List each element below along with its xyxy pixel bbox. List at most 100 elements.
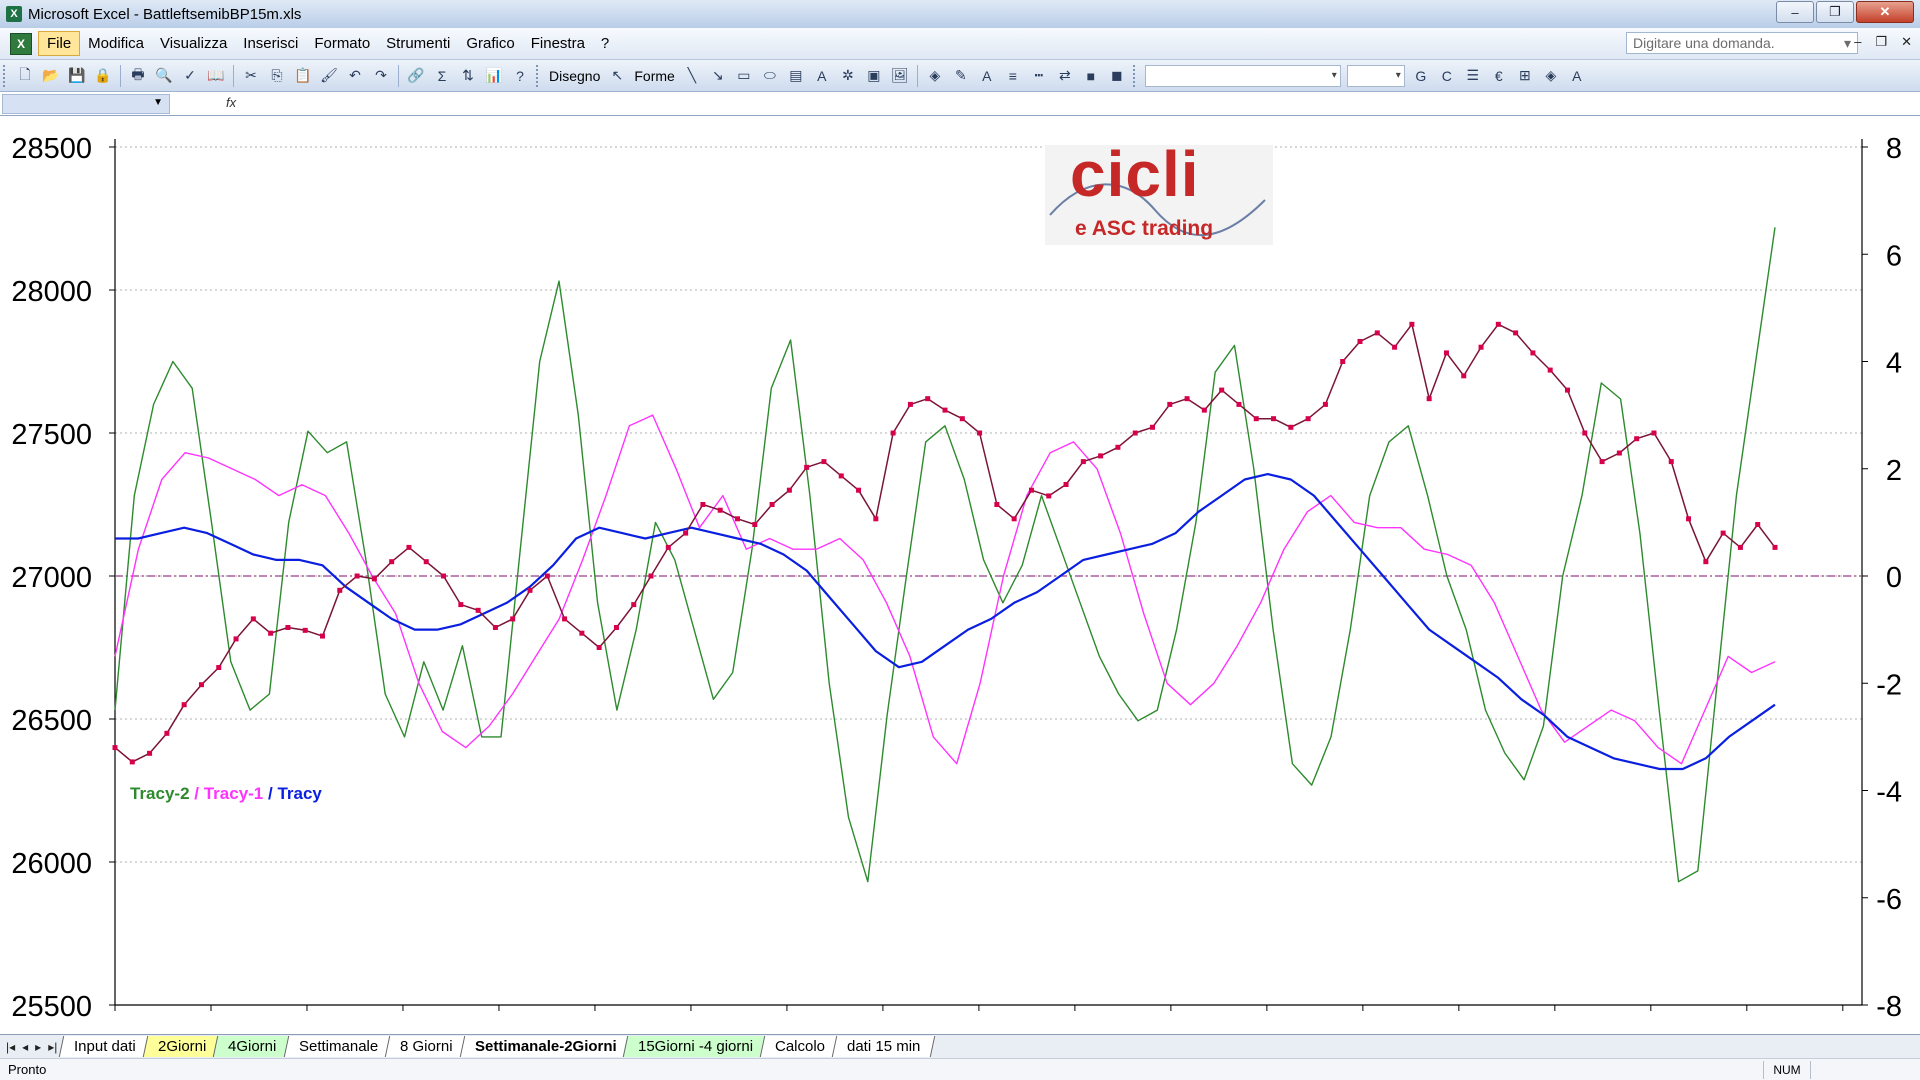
borders-icon[interactable]: ⊞ (1514, 65, 1536, 87)
font-size-combo[interactable]: ▾ (1346, 64, 1405, 87)
hyperlink-icon[interactable]: 🔗 (405, 65, 427, 87)
font-color-icon[interactable]: A (976, 65, 998, 87)
sheet-tab[interactable]: Input dati (59, 1036, 152, 1057)
diagram-icon[interactable]: ✲ (837, 65, 859, 87)
picture-icon[interactable]: 🖼 (889, 65, 911, 87)
menu-strumenti[interactable]: Strumenti (378, 32, 458, 55)
menu-finestra[interactable]: Finestra (523, 32, 593, 55)
help-search-input[interactable]: Digitare una domanda. ▾ (1626, 32, 1858, 54)
undo-icon[interactable]: ↶ (344, 65, 366, 87)
rectangle-icon[interactable]: ▭ (733, 65, 755, 87)
restore-button[interactable]: ❐ (1816, 1, 1854, 23)
price-point (1547, 367, 1553, 373)
sheet-tab[interactable]: 8 Giorni (384, 1036, 468, 1057)
arrow-style-icon[interactable]: ⇄ (1054, 65, 1076, 87)
text-color-icon[interactable]: A (1566, 65, 1588, 87)
toolbar-grip[interactable] (536, 64, 542, 87)
cell-fill-icon[interactable]: ◈ (1540, 65, 1562, 87)
price-point (752, 522, 758, 528)
italic-button[interactable]: C (1436, 65, 1458, 87)
doc-close-button[interactable]: ✕ (1901, 34, 1912, 50)
currency-button[interactable]: € (1488, 65, 1510, 87)
cut-icon[interactable]: ✂ (240, 65, 262, 87)
dash-style-icon[interactable]: ┅ (1028, 65, 1050, 87)
excel-app-icon[interactable]: X (6, 6, 22, 22)
minimize-button[interactable]: – (1776, 1, 1814, 23)
drawing-menu[interactable]: Disegno (545, 68, 604, 84)
help-icon[interactable]: ? (509, 65, 531, 87)
print-preview-icon[interactable]: 🔍 (153, 65, 175, 87)
spelling-icon[interactable]: ✓ (179, 65, 201, 87)
3d-style-icon[interactable]: ◼ (1106, 65, 1128, 87)
shadow-style-icon[interactable]: ■ (1080, 65, 1102, 87)
chevron-down-icon[interactable]: ▾ (1844, 35, 1851, 52)
sort-ascending-icon[interactable]: ⇅ (457, 65, 479, 87)
price-point (544, 573, 550, 579)
select-objects-icon[interactable]: ↖ (606, 65, 628, 87)
arrow-icon[interactable]: ↘ (707, 65, 729, 87)
last-sheet-icon[interactable]: ▸| (48, 1040, 57, 1054)
sheet-tab[interactable]: 15Giorni -4 giorni (623, 1036, 769, 1057)
autosum-icon[interactable]: Σ (431, 65, 453, 87)
price-point (302, 627, 308, 633)
wordart-icon[interactable]: A (811, 65, 833, 87)
permission-icon[interactable]: 🔒 (92, 65, 114, 87)
menu-visualizza[interactable]: Visualizza (152, 32, 235, 55)
chevron-down-icon[interactable]: ▼ (153, 97, 163, 108)
menu-grafico[interactable]: Grafico (458, 32, 522, 55)
menu-modifica[interactable]: Modifica (80, 32, 152, 55)
sheet-tab[interactable]: 4Giorni (213, 1036, 293, 1057)
chart-area[interactable]: 25500 26000 26500 27000 27500 28000 28500 -8 -6 -… (0, 117, 1920, 1035)
bold-button[interactable]: G (1410, 65, 1432, 87)
menu-help[interactable]: ? (593, 32, 617, 55)
function-icon[interactable]: fx (226, 95, 236, 110)
sheet-tab[interactable]: Settimanale (283, 1036, 394, 1057)
oval-icon[interactable]: ⬭ (759, 65, 781, 87)
paste-icon[interactable]: 📋 (292, 65, 314, 87)
format-painter-icon[interactable]: 🖌 (318, 65, 340, 87)
next-sheet-icon[interactable]: ▸ (35, 1040, 41, 1054)
price-point (838, 473, 844, 479)
workbook-icon[interactable]: X (10, 32, 32, 55)
autoshapes-menu[interactable]: Forme (630, 68, 678, 84)
price-point (1426, 396, 1432, 402)
window-controls: – ❐ ✕ (1776, 1, 1914, 23)
textbox-icon[interactable]: ▤ (785, 65, 807, 87)
line-icon[interactable]: ╲ (681, 65, 703, 87)
new-file-icon[interactable]: 🗋 (14, 65, 36, 87)
price-point (1409, 321, 1415, 327)
doc-minimize-button[interactable]: – (1854, 34, 1861, 50)
save-icon[interactable]: 💾 (66, 65, 88, 87)
redo-icon[interactable]: ↷ (370, 65, 392, 87)
clipart-icon[interactable]: ▣ (863, 65, 885, 87)
chart-wizard-icon[interactable]: 📊 (483, 65, 505, 87)
sheet-tab[interactable]: Calcolo (760, 1036, 841, 1057)
left-tick-label: 28500 (11, 133, 92, 165)
sheet-tab[interactable]: Settimanale-2Giorni (459, 1036, 632, 1057)
doc-restore-button[interactable]: ❐ (1875, 34, 1887, 50)
open-folder-icon[interactable]: 📂 (40, 65, 62, 87)
sheet-tab[interactable]: dati 15 min (832, 1036, 936, 1057)
series-line-prezzo (114, 323, 1776, 763)
line-color-icon[interactable]: ✎ (950, 65, 972, 87)
close-button[interactable]: ✕ (1856, 1, 1914, 23)
menu-file[interactable]: File (38, 31, 81, 56)
toolbar-grip[interactable] (3, 64, 9, 87)
price-point (1513, 330, 1519, 336)
align-icon[interactable]: ☰ (1462, 65, 1484, 87)
research-icon[interactable]: 📖 (205, 65, 227, 87)
line-style-icon[interactable]: ≡ (1002, 65, 1024, 87)
first-sheet-icon[interactable]: |◂ (6, 1040, 15, 1054)
menu-formato[interactable]: Formato (306, 32, 378, 55)
fill-color-icon[interactable]: ◈ (924, 65, 946, 87)
name-box[interactable]: ▼ (2, 94, 170, 114)
font-name-combo[interactable]: ▾ (1144, 64, 1341, 87)
price-point (613, 624, 619, 630)
menu-inserisci[interactable]: Inserisci (235, 32, 306, 55)
prev-sheet-icon[interactable]: ◂ (22, 1040, 28, 1054)
copy-icon[interactable]: ⎘ (266, 65, 288, 87)
toolbar-grip[interactable] (1132, 64, 1139, 87)
print-icon[interactable]: 🖶 (127, 65, 149, 87)
sheet-tab[interactable]: 2Giorni (142, 1036, 222, 1057)
price-point (735, 516, 740, 522)
